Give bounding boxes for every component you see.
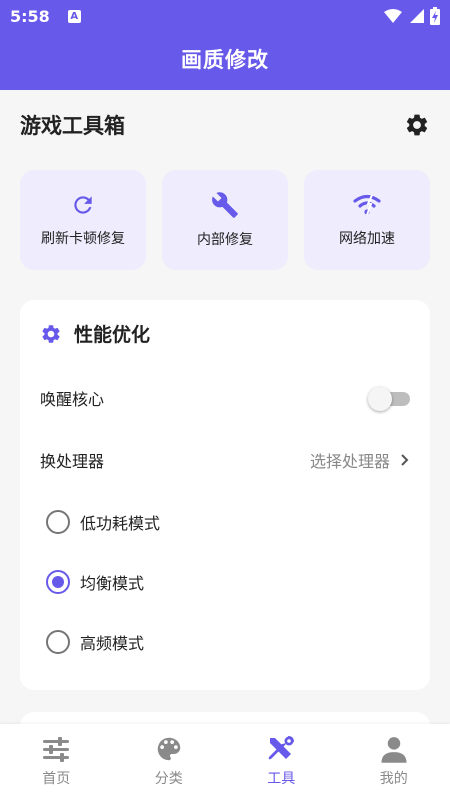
toolbox-title: 游戏工具箱 xyxy=(20,114,125,138)
mode-label: 低功耗模式 xyxy=(80,514,161,533)
status-bar: 5:58 A xyxy=(0,0,450,32)
wake-core-toggle[interactable] xyxy=(368,387,410,411)
nav-item-home[interactable]: 首页 xyxy=(0,724,113,800)
quick-action-internal-fix[interactable]: 内部修复 xyxy=(162,170,288,270)
chevron-right-icon xyxy=(401,454,409,466)
person-icon xyxy=(381,737,407,763)
processor-placeholder: 选择处理器 xyxy=(309,452,390,471)
performance-header: 性能优化 xyxy=(40,320,150,347)
toggle-knob xyxy=(368,387,392,411)
wifi-boost-icon xyxy=(353,194,381,216)
mode-option-high-frequency[interactable]: 高频模式 xyxy=(46,622,144,662)
wake-core-row: 唤醒核心 xyxy=(40,378,410,418)
nav-item-category[interactable]: 分类 xyxy=(113,724,226,800)
notification-badge-icon: A xyxy=(67,9,81,23)
performance-title: 性能优化 xyxy=(74,324,151,346)
gear-icon xyxy=(42,324,60,343)
refresh-icon xyxy=(74,196,92,214)
processor-label: 换处理器 xyxy=(40,452,105,471)
nav-label: 分类 xyxy=(154,771,183,787)
status-time: 5:58 xyxy=(10,6,50,26)
quick-actions: 刷新卡顿修复 内部修复 网络加速 xyxy=(20,170,430,270)
quick-action-label: 内部修复 xyxy=(197,232,253,248)
nav-label: 工具 xyxy=(267,771,296,787)
page-title: 画质修改 xyxy=(181,48,269,72)
quick-action-label: 网络加速 xyxy=(339,231,395,247)
quick-action-label: 刷新卡顿修复 xyxy=(41,231,125,247)
mode-label: 高频模式 xyxy=(80,634,145,653)
radio-button[interactable] xyxy=(46,630,70,654)
gear-icon[interactable] xyxy=(404,112,430,138)
mode-label: 均衡模式 xyxy=(80,574,145,593)
nav-item-profile[interactable]: 我的 xyxy=(338,724,450,800)
quick-action-refresh-fix[interactable]: 刷新卡顿修复 xyxy=(20,170,146,270)
wake-core-label: 唤醒核心 xyxy=(40,390,105,409)
nav-label: 首页 xyxy=(42,771,71,787)
sliders-icon xyxy=(43,737,70,762)
wifi-icon xyxy=(384,9,402,23)
quick-action-network-boost[interactable]: 网络加速 xyxy=(304,170,430,270)
toolbox-header: 游戏工具箱 xyxy=(20,110,430,140)
nav-label: 我的 xyxy=(379,771,408,787)
processor-selector[interactable]: 选择处理器 xyxy=(310,448,410,472)
status-icons xyxy=(384,7,440,25)
nav-item-tools[interactable]: 工具 xyxy=(225,724,338,800)
mode-option-low-power[interactable]: 低功耗模式 xyxy=(46,502,160,542)
tools-icon xyxy=(268,736,295,760)
battery-charging-icon xyxy=(430,7,440,25)
radio-button[interactable] xyxy=(46,510,70,534)
app-header: 5:58 A 画质修改 xyxy=(0,0,450,90)
palette-icon xyxy=(157,737,180,761)
mode-option-balanced[interactable]: 均衡模式 xyxy=(46,562,144,602)
bottom-navigation: 首页 分类 工具 我的 xyxy=(0,724,450,800)
signal-icon xyxy=(410,9,424,23)
performance-card: 性能优化 唤醒核心 换处理器 选择处理器 低功耗模式 均衡模式 高频模式 xyxy=(20,300,430,690)
processor-row[interactable]: 换处理器 选择处理器 xyxy=(40,440,410,480)
radio-button-selected[interactable] xyxy=(46,570,70,594)
wrench-icon xyxy=(212,192,238,218)
